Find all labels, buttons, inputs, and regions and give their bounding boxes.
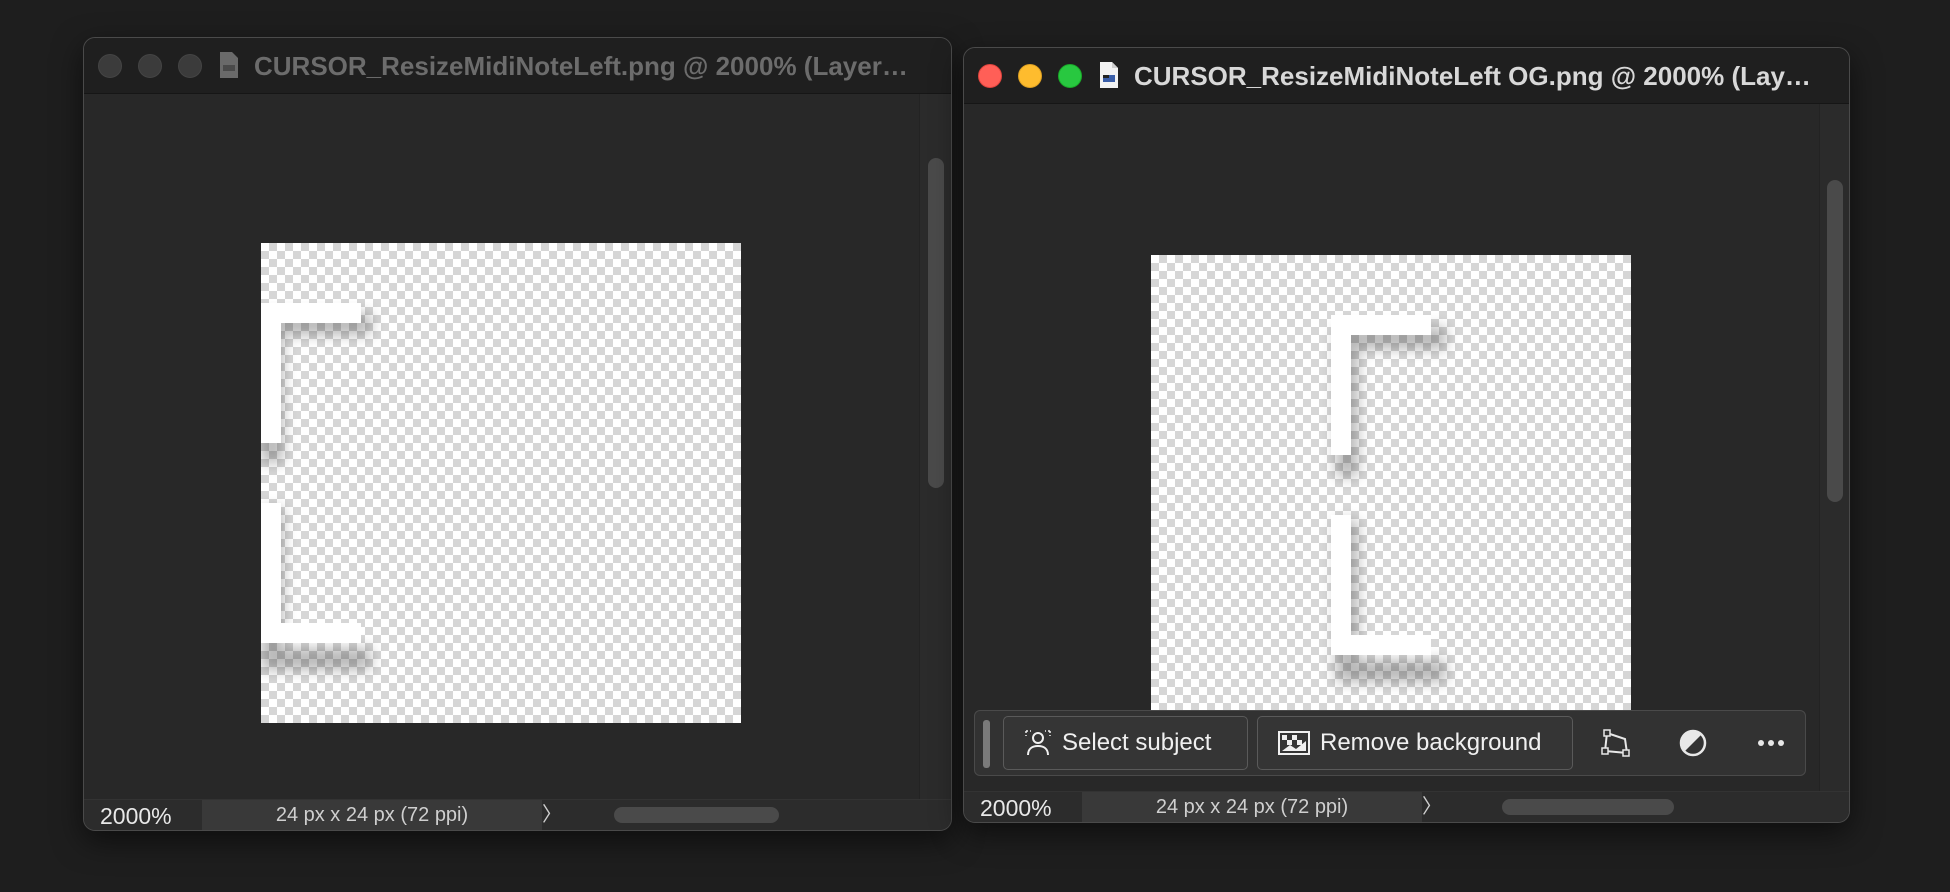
document-info[interactable]: 24 px x 24 px (72 ppi) [202, 800, 542, 830]
remove-background-label: Remove background [1320, 729, 1542, 756]
file-icon [220, 52, 238, 78]
select-subject-icon [1025, 730, 1051, 756]
minimize-button[interactable] [138, 54, 162, 78]
status-bar: 2000% 24 px x 24 px (72 ppi) 〉 [964, 791, 1849, 822]
window-title: CURSOR_ResizeMidiNoteLeft.png @ 2000% (L… [254, 51, 908, 81]
title-bar[interactable]: CURSOR_ResizeMidiNoteLeft.png @ 2000% (L… [84, 38, 951, 94]
image-canvas[interactable] [1151, 255, 1631, 735]
document-window-left[interactable]: CURSOR_ResizeMidiNoteLeft.png @ 2000% (L… [83, 37, 952, 831]
canvas-area[interactable]: Select subject Remove background [964, 104, 1819, 794]
select-subject-label: Select subject [1062, 729, 1212, 756]
close-button[interactable] [98, 54, 122, 78]
vertical-scroll-thumb[interactable] [928, 158, 944, 488]
file-icon [1100, 62, 1118, 88]
zoom-level[interactable]: 2000% [964, 792, 1080, 822]
title-bar[interactable]: CURSOR_ResizeMidiNoteLeft OG.png @ 2000%… [964, 48, 1849, 104]
maximize-button[interactable] [1058, 64, 1082, 88]
close-button[interactable] [978, 64, 1002, 88]
canvas-area[interactable] [84, 94, 919, 802]
image-canvas[interactable] [261, 243, 741, 723]
horizontal-scroll-thumb[interactable] [1502, 799, 1674, 815]
status-bar: 2000% 24 px x 24 px (72 ppi) 〉 [84, 799, 951, 830]
maximize-button[interactable] [178, 54, 202, 78]
vertical-scrollbar[interactable] [919, 94, 951, 802]
window-title: CURSOR_ResizeMidiNoteLeft OG.png @ 2000%… [1134, 61, 1811, 91]
drag-handle[interactable] [983, 720, 990, 768]
document-window-right[interactable]: CURSOR_ResizeMidiNoteLeft OG.png @ 2000%… [963, 47, 1850, 823]
remove-background-button[interactable]: Remove background [1257, 716, 1573, 770]
document-info-arrow[interactable]: 〉 [1422, 792, 1442, 822]
vertical-scroll-thumb[interactable] [1827, 180, 1843, 502]
minimize-button[interactable] [1018, 64, 1042, 88]
bracket-graphic [261, 303, 371, 670]
contextual-task-bar[interactable]: Select subject Remove background [974, 710, 1806, 776]
horizontal-scroll-thumb[interactable] [614, 807, 779, 823]
transform-icon[interactable] [1599, 725, 1635, 761]
document-info[interactable]: 24 px x 24 px (72 ppi) [1082, 792, 1422, 822]
remove-background-icon [1278, 731, 1310, 755]
select-subject-button[interactable]: Select subject [1003, 716, 1248, 770]
more-icon[interactable] [1753, 725, 1789, 761]
vertical-scrollbar[interactable] [1819, 104, 1849, 794]
bracket-graphic [1331, 315, 1446, 682]
document-info-arrow[interactable]: 〉 [542, 800, 562, 830]
zoom-level[interactable]: 2000% [84, 800, 200, 830]
adjustment-icon[interactable] [1675, 725, 1711, 761]
